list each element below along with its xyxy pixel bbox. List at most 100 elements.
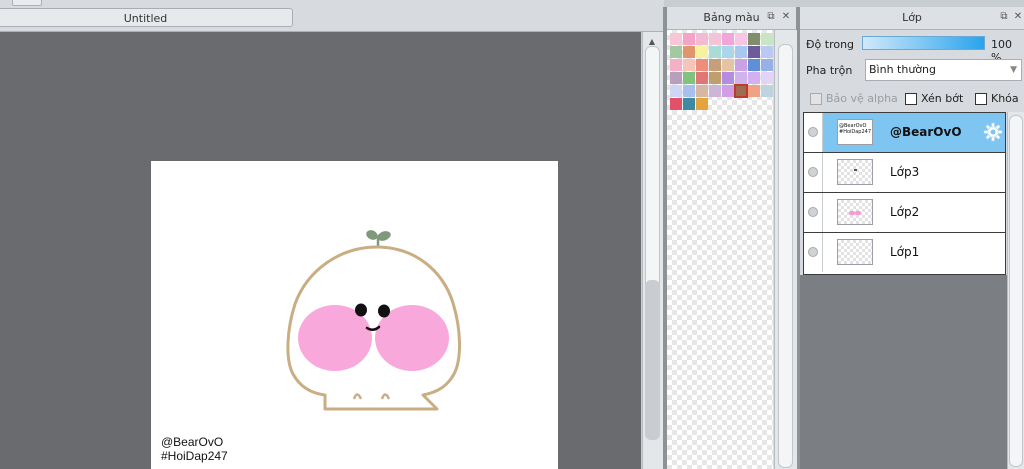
scrollbar-thumb[interactable]	[778, 44, 793, 468]
palette-swatch[interactable]	[709, 33, 721, 45]
character-drawing	[286, 230, 462, 411]
palette-swatch[interactable]	[735, 46, 747, 58]
gear-icon[interactable]	[983, 122, 1003, 142]
palette-swatch[interactable]	[670, 98, 682, 110]
layer-scrollbar[interactable]	[1007, 112, 1024, 469]
palette-swatch[interactable]	[670, 85, 682, 97]
clipping-label: Xén bớt	[921, 92, 964, 105]
eye-left	[355, 303, 367, 317]
palette-swatch[interactable]	[683, 72, 695, 84]
palette-swatch[interactable]	[722, 46, 734, 58]
scroll-up-arrow-icon[interactable]: ▲	[646, 38, 658, 46]
toolbar-button[interactable]	[12, 0, 42, 6]
palette-swatch[interactable]	[709, 72, 721, 84]
palette-swatch[interactable]	[709, 85, 721, 97]
palette-swatch[interactable]	[722, 72, 734, 84]
tooth	[352, 393, 363, 400]
palette-swatch[interactable]	[722, 59, 734, 71]
palette-swatch[interactable]	[722, 85, 734, 97]
palette-swatch[interactable]	[761, 46, 773, 58]
canvas-vertical-scrollbar[interactable]: ▲	[642, 32, 663, 469]
palette-swatch[interactable]	[683, 33, 695, 45]
palette-swatch[interactable]	[709, 46, 721, 58]
palette-swatch[interactable]	[735, 72, 747, 84]
palette-swatch[interactable]	[696, 33, 708, 45]
palette-swatch[interactable]	[683, 85, 695, 97]
watermark-hashtag: #HoiDap247	[161, 449, 228, 463]
palette-swatch[interactable]	[683, 46, 695, 58]
layer-thumbnail	[837, 199, 873, 225]
palette-swatch[interactable]	[722, 33, 734, 45]
palette-swatch-area[interactable]	[667, 30, 773, 469]
lock-checkbox[interactable]	[975, 93, 987, 105]
layer-name[interactable]: Lớp1	[890, 245, 919, 259]
palette-swatch[interactable]	[734, 84, 748, 98]
visibility-toggle[interactable]	[804, 193, 823, 232]
palette-swatch[interactable]	[735, 59, 747, 71]
visibility-toggle[interactable]	[804, 233, 823, 272]
layer-name[interactable]: Lớp2	[890, 205, 919, 219]
eye-right	[378, 304, 390, 318]
layer-row-body[interactable]: Lớp1	[823, 233, 1005, 272]
palette-swatch[interactable]	[696, 46, 708, 58]
palette-swatch[interactable]	[748, 85, 760, 97]
eye-dot-icon	[808, 127, 818, 137]
palette-swatch[interactable]	[683, 59, 695, 71]
layer-row-bearovo[interactable]: @BearOvO #HoiDap247 @BearOvO	[804, 113, 1005, 153]
layer-panel: Lớp ⧉ ✕ Độ trong 100 % Pha trộn Bình thư…	[800, 7, 1024, 469]
undock-icon[interactable]: ⧉	[998, 11, 1010, 23]
protect-alpha-checkbox[interactable]	[810, 93, 822, 105]
palette-swatch[interactable]	[748, 59, 760, 71]
layer-thumbnail-text: @BearOvO #HoiDap247	[839, 123, 872, 135]
blend-mode-select[interactable]: Bình thường ▼	[865, 59, 1022, 81]
palette-swatch[interactable]	[670, 59, 682, 71]
palette-swatch[interactable]	[748, 46, 760, 58]
layer-name[interactable]: Lớp3	[890, 165, 919, 179]
scrollbar-thumb[interactable]	[1009, 115, 1023, 467]
palette-swatch[interactable]	[696, 59, 708, 71]
palette-swatch[interactable]	[761, 33, 773, 45]
palette-scrollbar[interactable]	[774, 30, 797, 469]
lock-label: Khóa	[991, 92, 1019, 105]
visibility-toggle[interactable]	[804, 153, 823, 192]
palette-swatch[interactable]	[696, 72, 708, 84]
palette-swatch[interactable]	[670, 46, 682, 58]
close-icon[interactable]: ✕	[780, 11, 792, 23]
opacity-slider[interactable]	[862, 36, 985, 50]
palette-swatch[interactable]	[761, 59, 773, 71]
layer-thumbnail	[837, 239, 873, 265]
sprout	[366, 230, 391, 247]
undock-icon[interactable]: ⧉	[765, 11, 777, 23]
layer-row-body[interactable]: @BearOvO #HoiDap247 @BearOvO	[823, 113, 1005, 152]
artboard[interactable]: @BearOvO #HoiDap247	[151, 161, 558, 469]
clipping-checkbox[interactable]	[905, 93, 917, 105]
palette-swatch[interactable]	[761, 85, 773, 97]
eye-dot-icon	[808, 167, 818, 177]
palette-swatch[interactable]	[748, 72, 760, 84]
palette-swatch[interactable]	[683, 98, 695, 110]
tooth	[380, 393, 391, 400]
layer-row-body[interactable]: Lớp2	[823, 193, 1005, 232]
layer-row-lop2[interactable]: Lớp2	[804, 193, 1005, 233]
blend-mode-value: Bình thường	[869, 63, 936, 76]
palette-swatch[interactable]	[696, 85, 708, 97]
palette-swatch[interactable]	[670, 33, 682, 45]
palette-swatch[interactable]	[735, 33, 747, 45]
close-icon[interactable]: ✕	[1012, 11, 1024, 23]
palette-swatch[interactable]	[748, 33, 760, 45]
layer-row-lop1[interactable]: Lớp1	[804, 233, 1005, 273]
layer-thumbnail	[837, 159, 873, 185]
palette-swatch[interactable]	[670, 72, 682, 84]
visibility-toggle[interactable]	[804, 113, 823, 152]
palette-panel-title: Bảng màu	[703, 11, 760, 24]
layer-panel-header: Lớp	[800, 7, 1024, 30]
layer-row-body[interactable]: Lớp3	[823, 153, 1005, 192]
palette-swatch[interactable]	[709, 59, 721, 71]
palette-swatch[interactable]	[696, 98, 708, 110]
document-tab[interactable]: Untitled	[0, 8, 293, 27]
layer-row-lop3[interactable]: Lớp3	[804, 153, 1005, 193]
scrollbar-thumb[interactable]	[645, 280, 660, 440]
layer-name[interactable]: @BearOvO	[890, 125, 962, 139]
layer-list: @BearOvO #HoiDap247 @BearOvO Lớp3 Lớp2 L…	[803, 112, 1006, 275]
palette-swatch[interactable]	[761, 72, 773, 84]
